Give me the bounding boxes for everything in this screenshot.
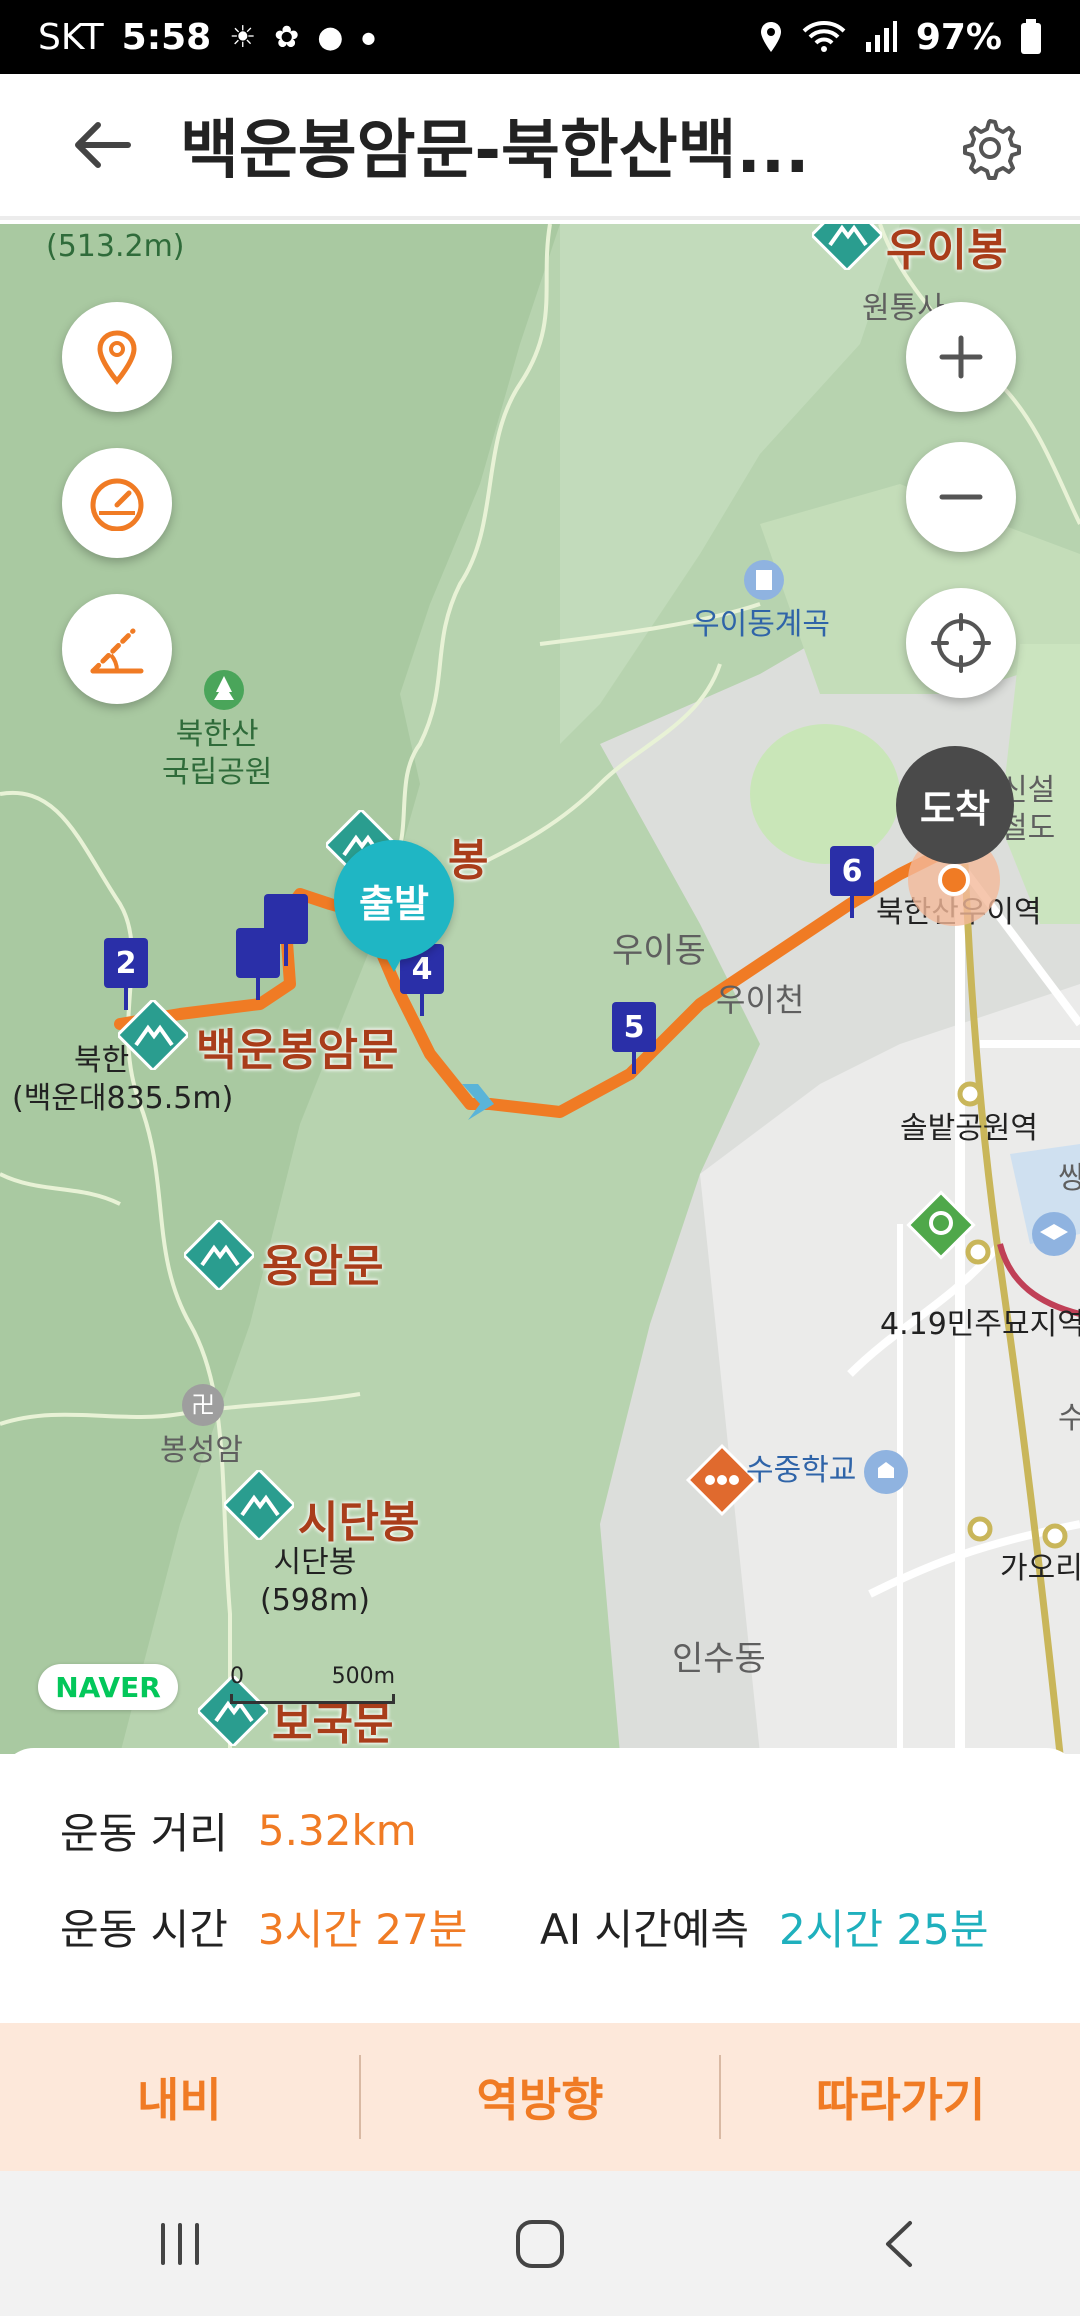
time-row: 운동 시간 3시간 27분 [60, 1896, 467, 1957]
peak-label-bong[interactable]: 봉 [448, 824, 488, 888]
peak-label-uibong[interactable]: 우이봉 [886, 224, 1007, 278]
zoom-out-button[interactable] [906, 442, 1016, 552]
start-marker[interactable]: 출발 [334, 840, 454, 972]
tree-icon [204, 670, 244, 710]
header-bar: 백운봉암문-북한산백... [0, 74, 1080, 220]
elevation-button[interactable] [62, 594, 172, 704]
back-arrow-icon [75, 122, 131, 168]
back-nav-button[interactable] [840, 2194, 960, 2294]
valley-label: 우이동계곡 [692, 607, 830, 642]
system-nav-bar [0, 2171, 1080, 2316]
svg-text:卍: 卍 [191, 1391, 215, 1419]
area-label-su: 수 [1058, 1401, 1080, 1436]
back-button[interactable] [52, 95, 152, 195]
ai-time-label: AI 시간예측 [540, 1905, 750, 1954]
map-view[interactable]: (513.2m) 우이봉 원통사 우이동계곡 북한산 국립공원 봉 우이동 우이… [0, 224, 1080, 1754]
waypoint-marker[interactable] [264, 894, 308, 966]
gear-icon [963, 119, 1021, 180]
wifi-icon [802, 21, 846, 52]
speedometer-button[interactable] [62, 448, 172, 558]
location-icon [760, 22, 781, 52]
distance-row: 운동 거리 5.32km [60, 1800, 417, 1861]
sun-icon: ☀ [229, 19, 257, 55]
school-label: 수중학교 [746, 1453, 857, 1488]
location-pin-icon [97, 330, 137, 385]
crosshair-icon [931, 613, 991, 673]
temple-icon: 卍 [182, 1384, 224, 1426]
recent-apps-button[interactable] [120, 2194, 240, 2294]
home-button[interactable] [480, 2194, 600, 2294]
ai-time-row: AI 시간예측 2시간 25분 [540, 1896, 988, 1957]
zoom-in-button[interactable] [906, 302, 1016, 412]
slope-icon [90, 628, 144, 674]
page-title: 백운봉암문-북한산백... [180, 114, 810, 188]
distance-value: 5.32km [257, 1806, 417, 1855]
peak-icon [224, 1470, 294, 1540]
stats-panel: 운동 거리 5.32km 운동 시간 3시간 27분 AI 시간예측 2시간 2… [0, 1748, 1080, 2023]
follow-button[interactable]: 따라가기 [721, 2023, 1080, 2171]
action-bar: 내비 역방향 따라가기 [0, 2023, 1080, 2171]
area-label-uidong: 우이동 [612, 931, 706, 971]
peak-label-baegunbong[interactable]: 백운봉암문 [196, 1014, 398, 1078]
scale-end: 500m [331, 1664, 395, 1689]
dot-icon: ● [361, 27, 376, 47]
stream-label: 우이천 [716, 981, 805, 1019]
end-marker[interactable]: 도착 [896, 746, 1014, 864]
peak-label-sidanbong[interactable]: 시단봉 [298, 1486, 419, 1550]
peak-label-short: 북한 [74, 1043, 130, 1078]
elevation-label-baegundae: (백운대835.5m) [12, 1081, 234, 1116]
location-pin-button[interactable] [62, 302, 172, 412]
peak-label-yongammun[interactable]: 용암문 [262, 1230, 383, 1294]
plus-icon [939, 335, 983, 379]
recent-apps-icon [161, 2222, 199, 2265]
peak-icon [812, 224, 882, 270]
area-label-ssang: 쌍 [1058, 1161, 1080, 1196]
school-icon [1032, 1212, 1076, 1256]
reverse-button[interactable]: 역방향 [361, 2023, 720, 2171]
home-icon [516, 2219, 564, 2268]
peak-icon [184, 1220, 254, 1290]
elevation-label: (513.2m) [46, 229, 185, 264]
naver-logo: NAVER [38, 1664, 178, 1710]
ai-time-value: 2시간 25분 [779, 1905, 989, 1954]
chat-icon: ● [317, 19, 344, 55]
time-label: 운동 시간 [60, 1905, 228, 1954]
scale-bar [230, 1694, 395, 1704]
app-icon: ✿ [274, 19, 300, 55]
valley-icon [744, 560, 784, 600]
map-terrain [0, 224, 1080, 1754]
scale-start: 0 [230, 1664, 244, 1689]
school-icon-2 [864, 1450, 908, 1494]
my-location-button[interactable] [906, 588, 1016, 698]
temple-label-bongseongam: 봉성암 [160, 1433, 243, 1468]
station-label-memorial: 4.19민주묘지역 [880, 1307, 1080, 1342]
map-scale: 0 500m [230, 1664, 395, 1704]
waypoint-marker[interactable]: 2 [104, 938, 148, 1010]
battery-percent: 97% [915, 16, 1002, 58]
clock: 5:58 [121, 16, 212, 58]
time-value: 3시간 27분 [257, 1905, 468, 1954]
status-bar: SKT 5:58 ☀ ✿ ● ● 97% [0, 0, 1080, 74]
distance-label: 운동 거리 [60, 1809, 228, 1858]
park-icon [906, 1190, 976, 1260]
park-label: 북한산 국립공원 [162, 717, 273, 790]
minus-icon [939, 494, 983, 500]
station-label-solbat: 솔밭공원역 [900, 1111, 1038, 1146]
area-label-insudong: 인수동 [672, 1639, 766, 1679]
navigate-button[interactable]: 내비 [0, 2023, 359, 2171]
elevation-label-sidanbong: 시단봉 (598m) [260, 1545, 370, 1618]
carrier-label: SKT [38, 16, 104, 58]
waypoint-marker[interactable]: 5 [612, 1002, 656, 1074]
station-label-gaori: 가오리 [1000, 1551, 1080, 1586]
settings-button[interactable] [940, 98, 1040, 198]
battery-icon [1021, 19, 1041, 54]
chevron-left-icon [886, 2220, 912, 2267]
waypoint-marker[interactable]: 6 [830, 846, 874, 918]
signal-icon [865, 21, 897, 52]
speedometer-icon [90, 478, 144, 531]
